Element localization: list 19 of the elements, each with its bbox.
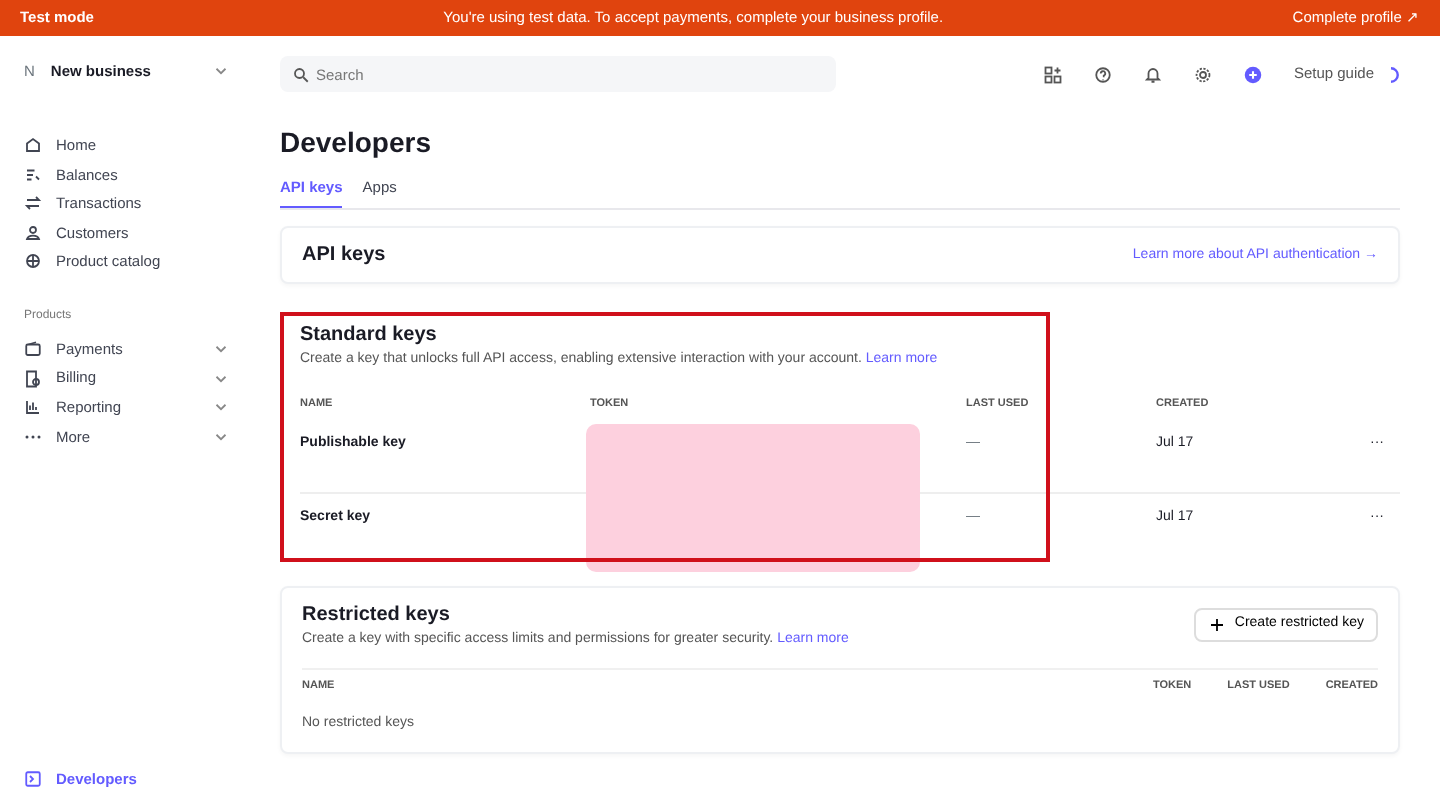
settings-icon[interactable] [1193, 65, 1212, 83]
terminal-icon [24, 770, 42, 789]
section-title: API keys [302, 242, 386, 271]
house-icon [24, 136, 42, 155]
bell-icon[interactable] [1143, 65, 1162, 83]
globe-icon [24, 252, 42, 271]
plus-icon [1208, 616, 1227, 634]
arrows-icon [24, 194, 42, 213]
list-icon [24, 165, 42, 184]
section-title: Standard keys [300, 322, 439, 351]
apps-icon[interactable] [1043, 65, 1062, 83]
person-icon [24, 223, 42, 242]
plus-icon[interactable] [1243, 65, 1262, 83]
help-icon[interactable] [1093, 65, 1112, 83]
page-title: Developers [280, 124, 433, 162]
section-title: Restricted keys [302, 602, 452, 631]
wallet-icon [24, 340, 42, 359]
receipt-icon [24, 369, 42, 388]
bar-chart-icon [24, 398, 42, 417]
